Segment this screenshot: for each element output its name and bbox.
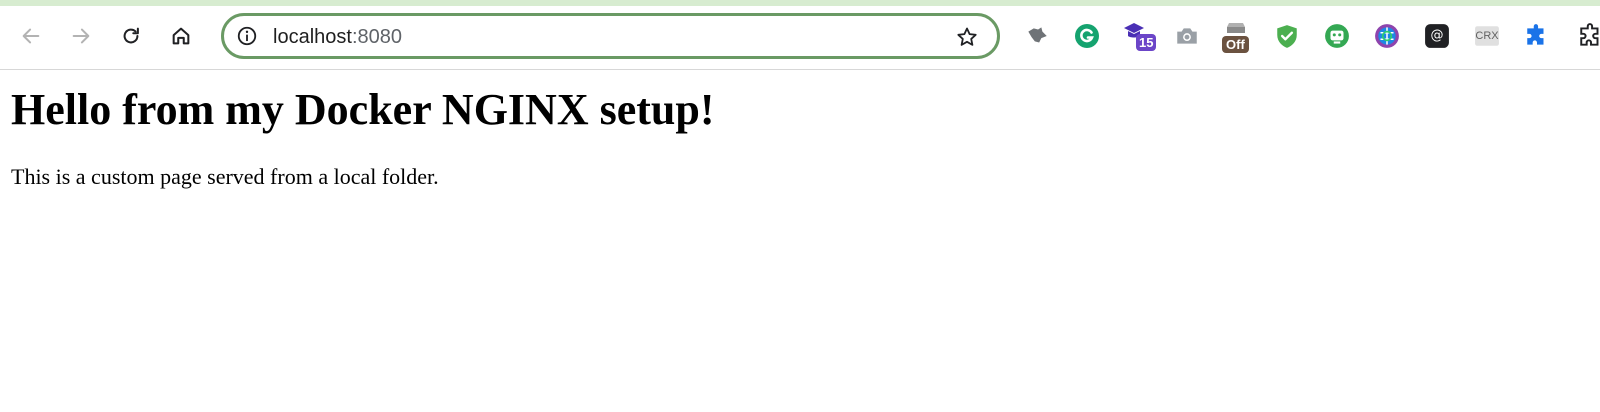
shield-check-extension-button[interactable]	[1272, 21, 1302, 51]
forward-button[interactable]	[63, 18, 99, 54]
at-sign-extension-button[interactable]: @	[1422, 21, 1452, 51]
robot-extension-icon	[1325, 24, 1349, 48]
robot-extension-button[interactable]	[1322, 21, 1352, 51]
at-sign-label: @	[1430, 28, 1444, 43]
side-panel-button[interactable]	[1572, 21, 1600, 51]
forward-arrow-icon	[72, 28, 90, 44]
back-arrow-icon	[22, 28, 40, 44]
address-bar[interactable]: localhost:8080	[221, 13, 1000, 59]
extension-badge-off: Off	[1222, 36, 1249, 53]
camera-extension-button[interactable]	[1172, 21, 1202, 51]
toggle-extension-button[interactable]: Off	[1222, 21, 1252, 53]
bookmark-button[interactable]	[954, 24, 980, 50]
url-host: localhost	[273, 26, 352, 48]
home-button[interactable]	[163, 18, 199, 54]
browser-toolbar: localhost:8080 15 Off @ CRX	[0, 6, 1600, 70]
site-info-icon[interactable]	[236, 25, 258, 47]
wolf-extension-icon	[1028, 27, 1047, 43]
globe-extension-button[interactable]	[1372, 21, 1402, 51]
page-paragraph: This is a custom page served from a loca…	[11, 164, 439, 189]
url-port: :8080	[351, 26, 402, 48]
page-content: Hello from my Docker NGINX setup! This i…	[0, 71, 1600, 412]
grammarly-button[interactable]	[1072, 21, 1102, 51]
extensions-puzzle-icon	[1527, 24, 1544, 45]
reload-button[interactable]	[113, 18, 149, 54]
crx-extension-button[interactable]: CRX	[1472, 21, 1502, 51]
home-icon	[172, 27, 190, 45]
shield-check-extension-icon	[1277, 25, 1297, 48]
extensions-button[interactable]	[1522, 21, 1552, 51]
globe-extension-icon	[1375, 24, 1399, 48]
extension-badge-count: 15	[1136, 34, 1157, 51]
crx-label: CRX	[1475, 30, 1499, 42]
grammarly-icon	[1075, 24, 1099, 48]
side-panel-icon	[1580, 23, 1599, 46]
back-button[interactable]	[13, 18, 49, 54]
reload-icon	[123, 27, 139, 44]
camera-extension-icon	[1177, 28, 1197, 44]
bookmark-star-icon	[957, 27, 977, 46]
graduation-cap-extension-button[interactable]: 15	[1122, 21, 1157, 51]
wolf-extension-button[interactable]	[1022, 21, 1052, 51]
url-text[interactable]: localhost:8080	[273, 25, 402, 49]
page-heading: Hello from my Docker NGINX setup!	[11, 85, 715, 134]
